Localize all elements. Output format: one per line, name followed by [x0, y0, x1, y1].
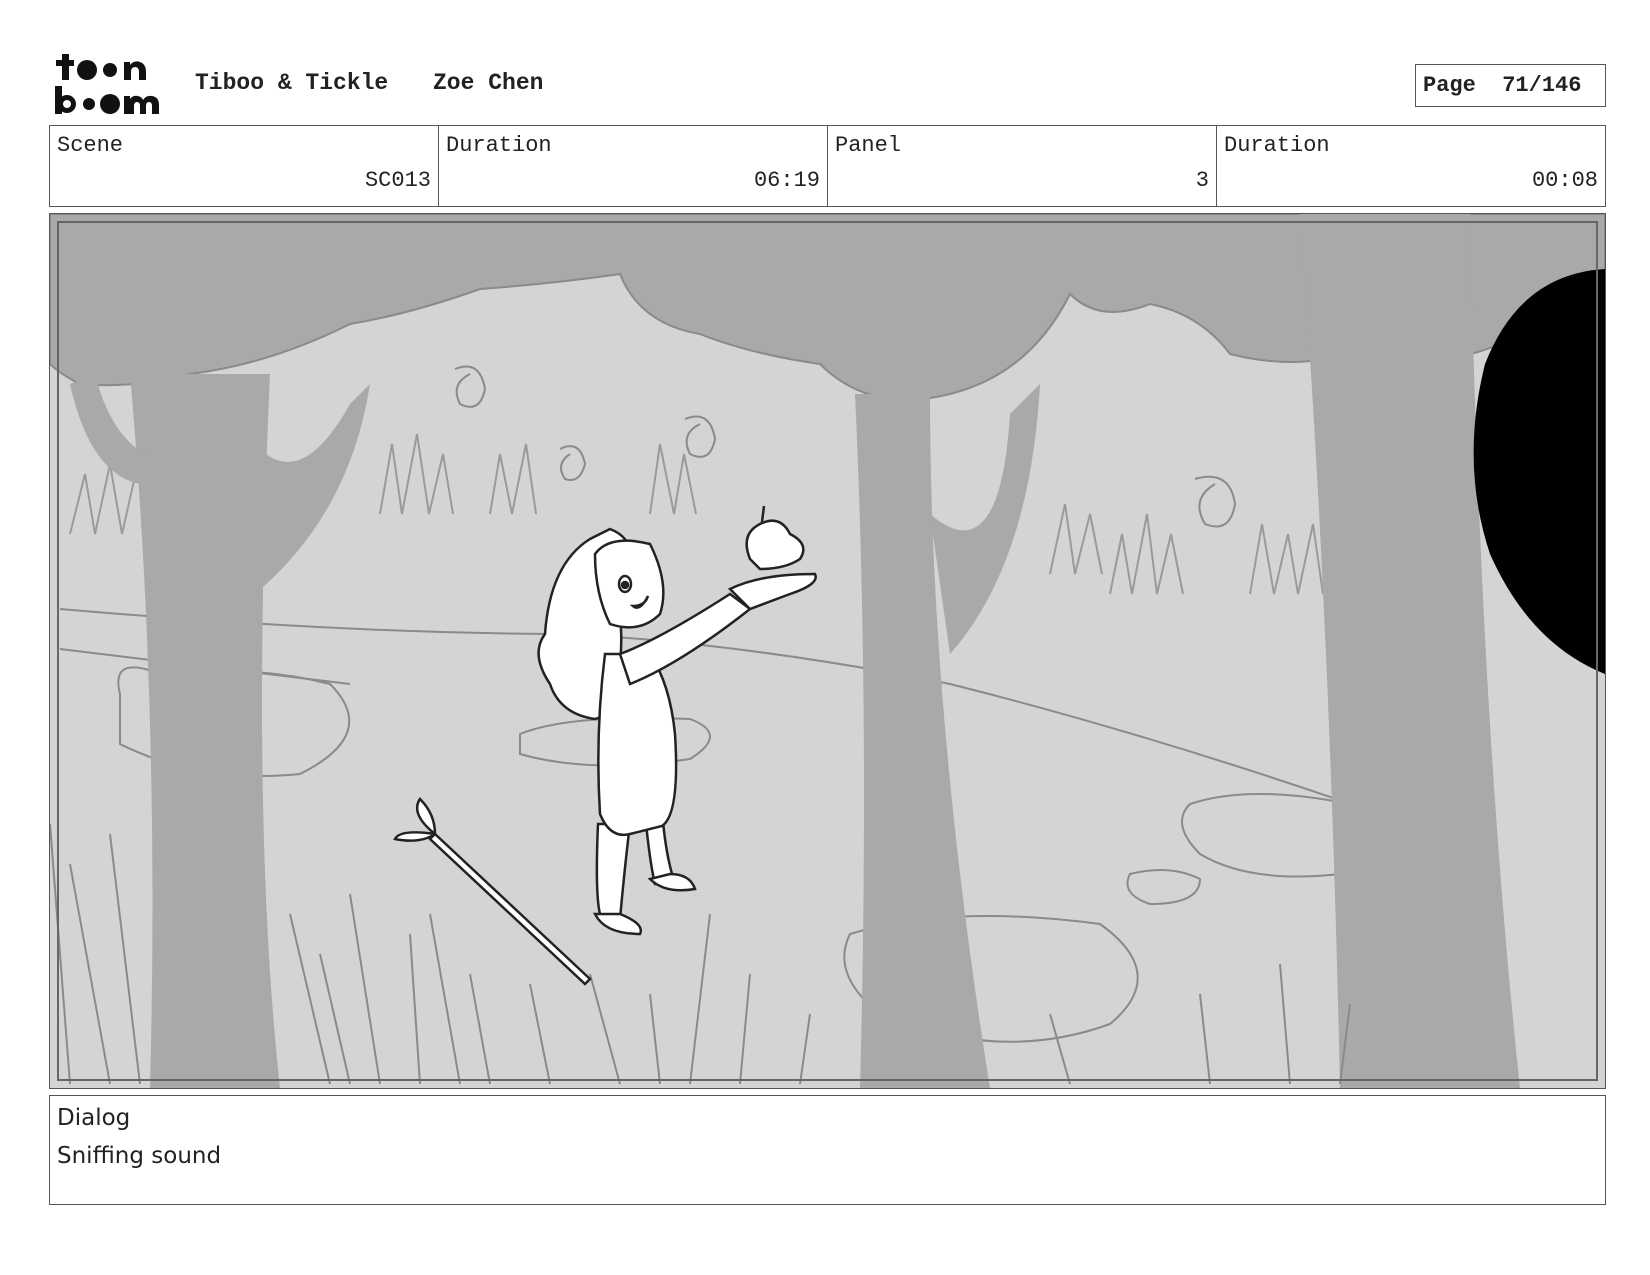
- dialog-label: Dialog: [57, 1105, 131, 1131]
- dialog-text: Sniffing sound: [57, 1143, 222, 1169]
- author-name: Zoe Chen: [433, 70, 544, 96]
- panel-duration-value: 00:08: [1531, 168, 1598, 193]
- panel-duration-label: Duration: [1224, 133, 1330, 158]
- scene-duration-label: Duration: [446, 133, 552, 158]
- scene-duration-value: 06:19: [753, 168, 820, 193]
- page-number: 71/146: [1502, 73, 1582, 98]
- panel-value: 3: [1195, 168, 1209, 193]
- page-label: Page: [1423, 73, 1476, 98]
- toon-boom-logo: [55, 54, 159, 114]
- page-indicator: Page 71/146: [1415, 64, 1606, 107]
- project-title: Tiboo & Tickle: [195, 70, 389, 96]
- panel-illustration: [50, 214, 1605, 1088]
- scene-info-row: Scene SC013 Duration 06:19 Panel 3 Durat…: [49, 125, 1606, 207]
- scene-cell: Scene SC013: [50, 126, 439, 206]
- scene-value: SC013: [364, 168, 431, 193]
- panel-label: Panel: [835, 133, 902, 158]
- dialog-box: Dialog Sniffing sound: [49, 1095, 1606, 1205]
- storyboard-panel: [49, 213, 1606, 1089]
- panel-duration-cell: Duration 00:08: [1217, 126, 1605, 206]
- scene-label: Scene: [57, 133, 124, 158]
- panel-cell: Panel 3: [828, 126, 1217, 206]
- scene-duration-cell: Duration 06:19: [439, 126, 828, 206]
